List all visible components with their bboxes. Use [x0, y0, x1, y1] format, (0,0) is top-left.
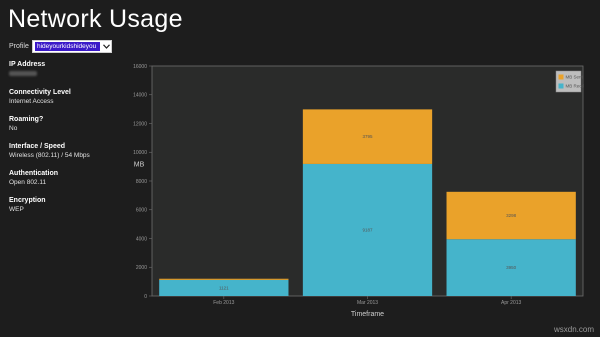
- info-label: Connectivity Level: [9, 89, 71, 96]
- watermark: wsxdn.com: [553, 325, 594, 334]
- y-tick-label: 0: [144, 294, 147, 300]
- page-title: Network Usage: [8, 5, 183, 33]
- x-tick-label: Mar 2013: [357, 300, 378, 306]
- y-tick-label: 16000: [133, 64, 147, 70]
- info-label: Interface / Speed: [9, 143, 66, 150]
- y-tick-label: 12000: [133, 121, 147, 127]
- info-value: WEP: [9, 206, 24, 213]
- profile-selected-value: hideyourkidshideyou: [35, 42, 100, 51]
- legend-label-mb-sent: MB Sent: [566, 75, 584, 80]
- y-tick-label: 8000: [136, 179, 147, 185]
- info-value: Open 802.11: [9, 179, 47, 186]
- info-encryption: Encryption WEP: [9, 196, 129, 214]
- y-axis-label: MB: [134, 162, 145, 169]
- data-label: 9187: [362, 227, 373, 232]
- info-value: No: [9, 125, 18, 132]
- legend-swatch-mb-sent: [558, 74, 564, 80]
- x-tick-label: Feb 2013: [213, 300, 234, 306]
- legend-label-mb-recd: MB Recd: [566, 84, 585, 89]
- info-label: Encryption: [9, 197, 46, 204]
- y-tick-label: 6000: [136, 208, 147, 214]
- info-roaming: Roaming? No: [9, 115, 129, 133]
- x-axis-label: Timeframe: [351, 311, 384, 318]
- info-value: Internet Access: [9, 98, 54, 105]
- legend-swatch-mb-recd: [558, 83, 564, 89]
- profile-dropdown[interactable]: hideyourkidshideyou: [32, 40, 112, 53]
- y-tick-label: 2000: [136, 265, 147, 271]
- network-usage-chart: 0 2000 4000 6000 8000 10000 12000 14000 16000 11…: [133, 64, 585, 318]
- y-tick-label: 14000: [133, 93, 147, 99]
- info-value-redacted: [9, 69, 129, 79]
- redacted-ip: [9, 71, 37, 76]
- data-label: 3298: [506, 213, 517, 218]
- info-ip-address: IP Address: [9, 60, 129, 79]
- bar-segment-mb-sent: [159, 278, 289, 280]
- legend: MB Sent MB Recd: [555, 70, 585, 93]
- connection-info-panel: IP Address Connectivity Level Internet A…: [9, 60, 129, 223]
- data-label: 3950: [506, 265, 517, 270]
- info-label: Authentication: [9, 170, 58, 177]
- y-axis: 0 2000 4000 6000 8000 10000 12000 14000 16000: [133, 64, 152, 300]
- info-interface-speed: Interface / Speed Wireless (802.11) / 54…: [9, 142, 129, 160]
- info-value: Wireless (802.11) / 54 Mbps: [9, 152, 90, 159]
- y-tick-label: 10000: [133, 150, 147, 156]
- data-label: 1121: [219, 285, 229, 290]
- profile-label: Profile: [9, 43, 29, 50]
- x-tick-label: Apr 2013: [501, 300, 522, 306]
- data-label: 3795: [362, 134, 373, 139]
- info-label: IP Address: [9, 61, 46, 68]
- y-tick-label: 4000: [136, 236, 147, 242]
- x-axis: Feb 2013 Mar 2013 Apr 2013: [213, 296, 522, 306]
- info-connectivity-level: Connectivity Level Internet Access: [9, 88, 129, 106]
- info-label: Roaming?: [9, 116, 44, 123]
- info-authentication: Authentication Open 802.11: [9, 169, 129, 187]
- chevron-down-icon: [102, 41, 111, 52]
